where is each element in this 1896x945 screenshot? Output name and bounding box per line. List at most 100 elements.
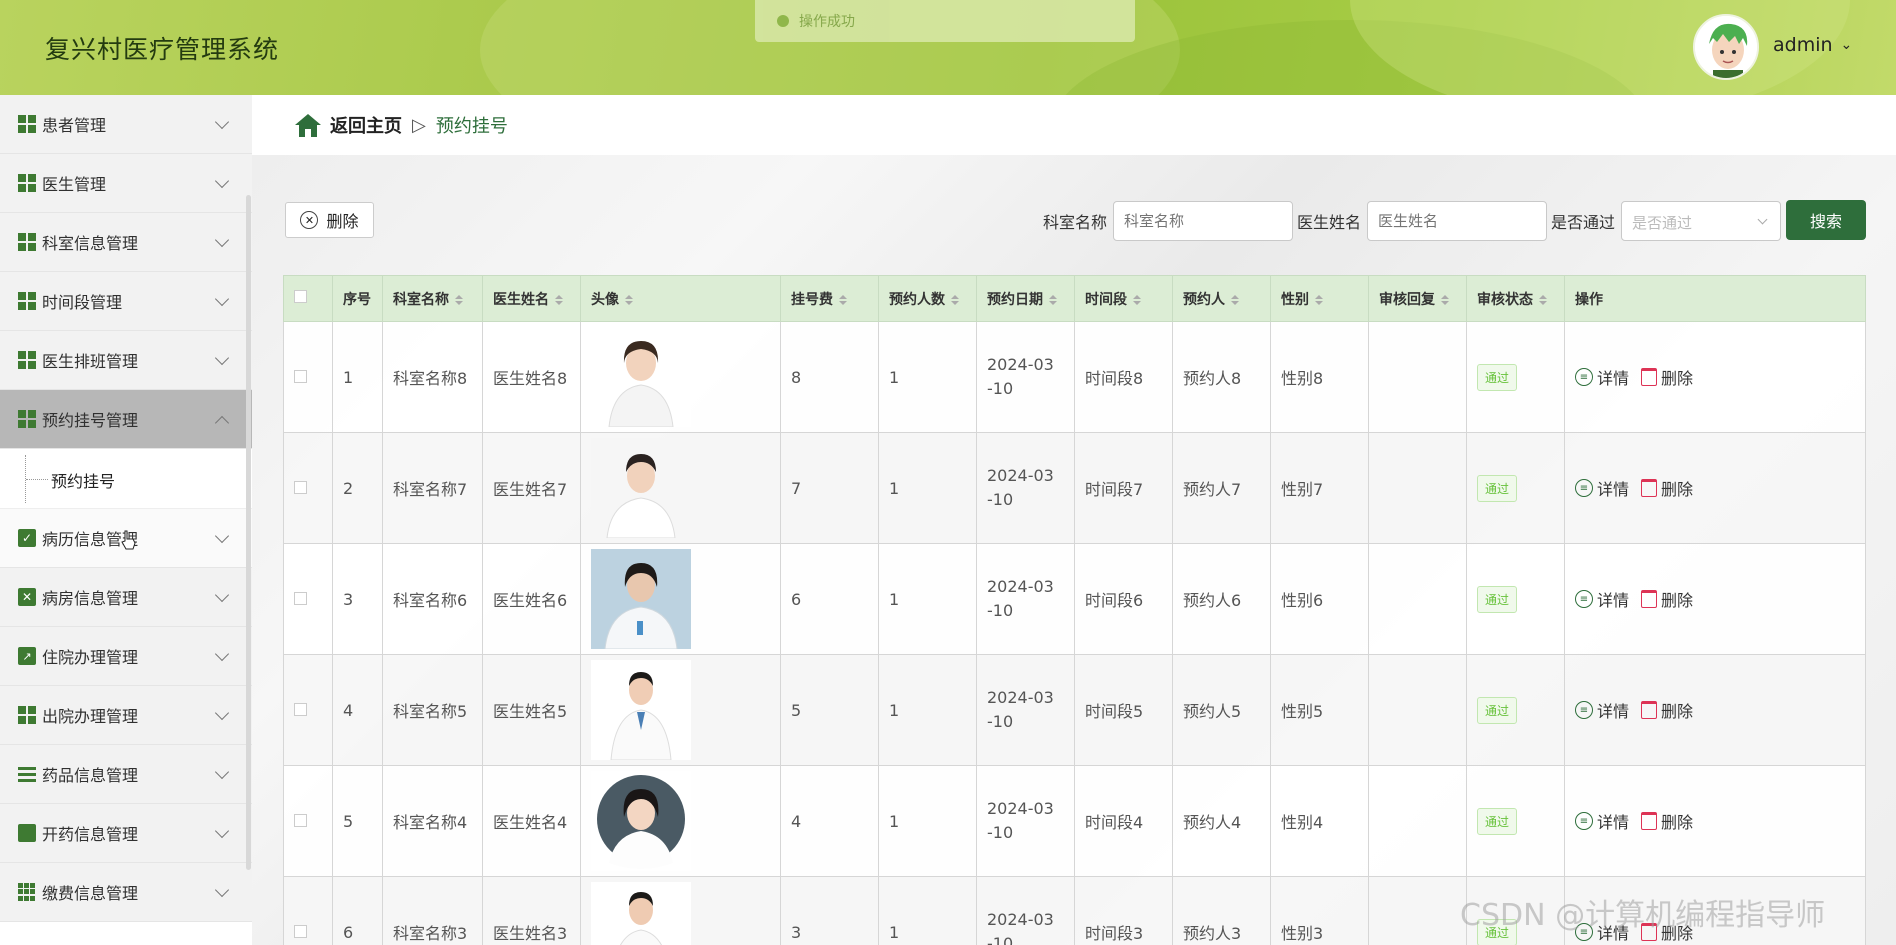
status-badge: 通过 bbox=[1477, 363, 1518, 391]
row-checkbox[interactable] bbox=[294, 924, 307, 938]
col-header[interactable]: 预约日期 bbox=[976, 275, 1075, 322]
sort-icon bbox=[839, 294, 847, 305]
col-header[interactable]: 头像 bbox=[580, 275, 781, 322]
user-avatar[interactable] bbox=[1693, 14, 1759, 80]
cell-reply bbox=[1368, 654, 1467, 766]
sidebar-item-label: 医生管理 bbox=[42, 175, 107, 194]
doctor-label: 医生姓名 bbox=[1297, 213, 1362, 232]
cell-fee: 8 bbox=[780, 321, 879, 433]
app-title: 复兴村医疗管理系统 bbox=[45, 35, 280, 64]
detail-button[interactable]: ≡ 详情 bbox=[1575, 698, 1629, 722]
trash-icon bbox=[1641, 590, 1658, 608]
sidebar-item-patients[interactable]: 患者管理 bbox=[0, 95, 252, 154]
row-checkbox-cell[interactable] bbox=[283, 321, 333, 433]
user-menu[interactable]: admin ⌄ bbox=[1773, 34, 1852, 56]
table-header-row: 序号 科室名称 医生姓名 头像 挂号费 预约人数 预约日期 时间段 预约人 性别… bbox=[283, 275, 1866, 322]
sidebar-item-timeslots[interactable]: 时间段管理 bbox=[0, 272, 252, 331]
sidebar-item-schedule[interactable]: 医生排班管理 bbox=[0, 331, 252, 390]
dept-input[interactable] bbox=[1113, 201, 1294, 241]
breadcrumb-current: 预约挂号 bbox=[435, 116, 508, 137]
sidebar-item-label: 住院办理管理 bbox=[42, 648, 139, 667]
sidebar-item-medicine[interactable]: 药品信息管理 bbox=[0, 745, 252, 804]
col-header[interactable]: 挂号费 bbox=[780, 275, 879, 322]
col-header[interactable]: 时间段 bbox=[1074, 275, 1173, 322]
detail-button[interactable]: ≡ 详情 bbox=[1575, 809, 1629, 833]
breadcrumb: 返回主页 ▷ 预约挂号 bbox=[252, 95, 1896, 155]
cell-actions: ≡ 详情 删除 bbox=[1564, 432, 1866, 544]
table-row: 1 科室名称8 医生姓名8 8 1 2024-03-10 时间段8 预约人8 性别8 通过 ≡ 详情删… bbox=[283, 321, 1866, 433]
cell-slot: 时间段8 bbox=[1074, 321, 1173, 433]
row-checkbox[interactable] bbox=[294, 702, 307, 716]
date-text: 2024-03-10 bbox=[987, 355, 1054, 398]
delete-label: 删除 bbox=[1661, 702, 1694, 721]
chevron-down-icon bbox=[214, 114, 230, 130]
delete-button[interactable]: 删除 bbox=[1641, 809, 1693, 833]
cell-no: 6 bbox=[332, 876, 383, 945]
delete-button[interactable]: 删除 bbox=[1641, 698, 1693, 722]
cell-reply bbox=[1368, 876, 1467, 945]
sidebar-item-payment[interactable]: 缴费信息管理 bbox=[0, 863, 252, 922]
col-header[interactable]: 科室名称 bbox=[382, 275, 483, 322]
chevron-down-icon bbox=[214, 823, 230, 839]
row-checkbox[interactable] bbox=[294, 369, 307, 383]
dept-label: 科室名称 bbox=[1043, 213, 1108, 232]
sort-icon bbox=[555, 294, 563, 305]
detail-button[interactable]: ≡ 详情 bbox=[1575, 587, 1629, 611]
search-button[interactable]: 搜索 bbox=[1786, 200, 1866, 240]
col-header: 序号 bbox=[332, 275, 383, 322]
sidebar-item-discharge[interactable]: 出院办理管理 bbox=[0, 686, 252, 745]
row-checkbox-cell[interactable] bbox=[283, 876, 333, 945]
sidebar-scrollbar[interactable] bbox=[246, 195, 251, 870]
col-header[interactable]: 审核回复 bbox=[1368, 275, 1467, 322]
breadcrumb-home[interactable]: 返回主页 bbox=[330, 112, 402, 138]
row-checkbox-cell[interactable] bbox=[283, 765, 333, 877]
col-header[interactable]: 预约人 bbox=[1172, 275, 1271, 322]
col-header[interactable]: 预约人数 bbox=[878, 275, 977, 322]
top-header: 复兴村医疗管理系统 操作成功 admin ⌄ bbox=[0, 0, 1896, 95]
search-doctor: 医生姓名 bbox=[1297, 201, 1548, 241]
delete-button[interactable]: 删除 bbox=[1641, 476, 1693, 500]
clipboard-check-icon: ✓ bbox=[18, 529, 36, 547]
batch-delete-button[interactable]: ✕ 删除 bbox=[285, 202, 374, 238]
sidebar-item-records[interactable]: ✓ 病历信息管理 bbox=[0, 509, 252, 568]
cell-slot: 时间段6 bbox=[1074, 543, 1173, 655]
row-checkbox-cell[interactable] bbox=[283, 543, 333, 655]
delete-button[interactable]: 删除 bbox=[1641, 587, 1693, 611]
detail-button[interactable]: ≡ 详情 bbox=[1575, 476, 1629, 500]
grid-icon bbox=[18, 174, 36, 192]
cell-status: 通过 bbox=[1466, 543, 1565, 655]
cell-status: 通过 bbox=[1466, 654, 1565, 766]
approved-select[interactable]: 是否通过 bbox=[1621, 201, 1782, 241]
row-checkbox-cell[interactable] bbox=[283, 432, 333, 544]
select-all-cell[interactable] bbox=[283, 275, 333, 322]
row-checkbox-cell[interactable] bbox=[283, 654, 333, 766]
cell-date: 2024-03-10 bbox=[976, 432, 1075, 544]
doctor-input[interactable] bbox=[1367, 201, 1548, 241]
approved-label: 是否通过 bbox=[1551, 213, 1616, 232]
row-checkbox[interactable] bbox=[294, 591, 307, 605]
sidebar-item-prescription[interactable]: 开药信息管理 bbox=[0, 804, 252, 863]
col-header[interactable]: 性别 bbox=[1270, 275, 1369, 322]
sort-icon bbox=[1441, 294, 1449, 305]
submenu-item-label: 预约挂号 bbox=[51, 472, 116, 491]
cell-doctor: 医生姓名6 bbox=[482, 543, 581, 655]
col-header[interactable]: 医生姓名 bbox=[482, 275, 581, 322]
sort-icon bbox=[1049, 294, 1057, 305]
sidebar-item-appointments[interactable]: 预约挂号管理 bbox=[0, 390, 252, 449]
detail-icon: ≡ bbox=[1575, 812, 1593, 830]
row-checkbox[interactable] bbox=[294, 813, 307, 827]
trash-icon bbox=[1641, 701, 1658, 719]
sidebar-item-admission[interactable]: ↗ 住院办理管理 bbox=[0, 627, 252, 686]
cell-count: 1 bbox=[878, 876, 977, 945]
sidebar-item-wards[interactable]: ✕ 病房信息管理 bbox=[0, 568, 252, 627]
sidebar-item-departments[interactable]: 科室信息管理 bbox=[0, 213, 252, 272]
home-icon[interactable] bbox=[294, 112, 322, 138]
cell-date: 2024-03-10 bbox=[976, 876, 1075, 945]
sidebar-item-doctors[interactable]: 医生管理 bbox=[0, 154, 252, 213]
submenu-item-appointment[interactable]: 预约挂号 bbox=[0, 449, 252, 509]
delete-button[interactable]: 删除 bbox=[1641, 365, 1693, 389]
col-header[interactable]: 审核状态 bbox=[1466, 275, 1565, 322]
select-all-checkbox[interactable] bbox=[294, 290, 307, 303]
row-checkbox[interactable] bbox=[294, 480, 307, 494]
detail-button[interactable]: ≡ 详情 bbox=[1575, 365, 1629, 389]
